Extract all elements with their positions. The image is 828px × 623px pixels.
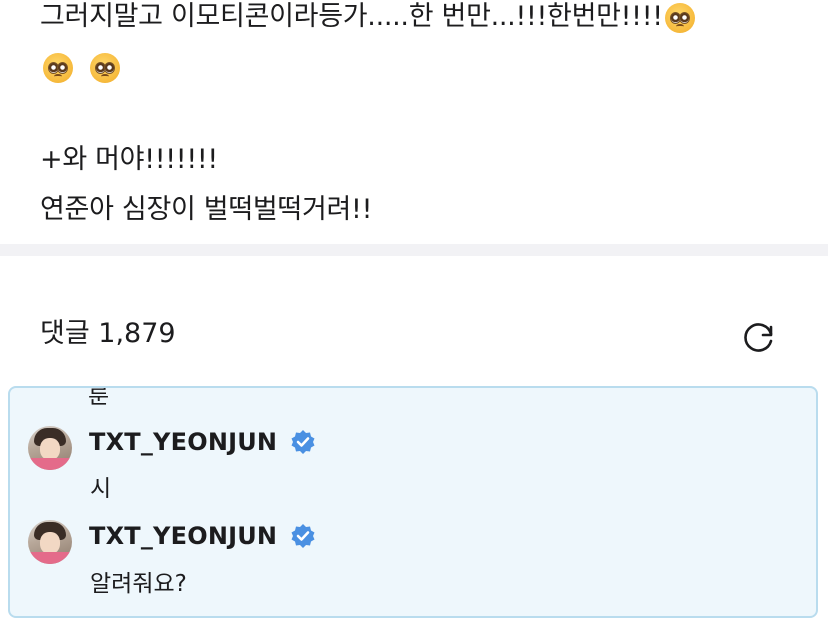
comments-count-header: 댓글 1,879 [40, 318, 176, 349]
verified-badge-icon [291, 430, 315, 454]
comment-fragment-top: 룬 [88, 386, 110, 409]
pleading-face-emoji-icon [90, 52, 121, 83]
comment-username[interactable]: TXT_YEONJUN [89, 427, 277, 457]
post-line-4: 연준아 심장이 벌떡벌떡거려!! [40, 194, 373, 225]
avatar[interactable] [28, 426, 72, 470]
avatar[interactable] [28, 520, 72, 564]
verified-badge-icon [291, 524, 315, 548]
pleading-face-emoji-icon [43, 52, 73, 83]
post-line-2 [43, 50, 121, 84]
pleading-face-emoji-icon [664, 2, 695, 33]
section-divider [0, 244, 828, 256]
comment-text: 시 [90, 476, 112, 502]
post-line-3: +와 머야!!!!!!! [40, 144, 218, 175]
post-line-1: 그러지말고 이모티콘이라등가.....한 번만...!!!한번만!!!! [40, 0, 695, 34]
post-text-line-1: 그러지말고 이모티콘이라등가.....한 번만...!!!한번만!!!! [40, 1, 663, 32]
refresh-icon[interactable] [740, 318, 778, 356]
comment-username[interactable]: TXT_YEONJUN [89, 521, 277, 551]
comment-text: 알려줘요? [90, 571, 187, 597]
highlighted-comment-thread: 룬 TXT_YEONJUN 시 TXT_YEONJUN 알려줘요? [8, 386, 818, 618]
